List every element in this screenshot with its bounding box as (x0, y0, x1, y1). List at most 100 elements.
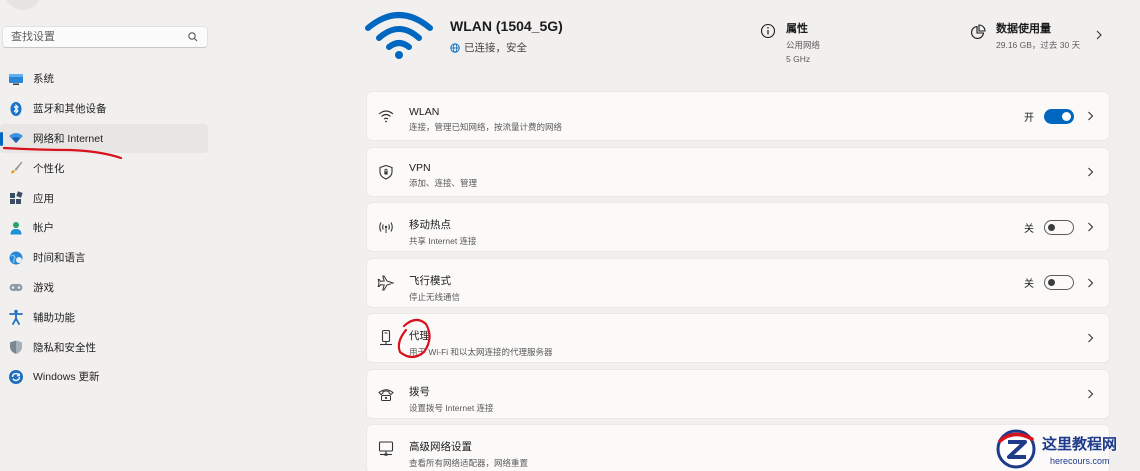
card-title: WLAN (409, 106, 440, 118)
sidebar-item-label: 系统 (33, 73, 54, 86)
bluetooth-icon (10, 101, 22, 116)
sidebar-item-network[interactable]: 网络和 Internet (0, 123, 208, 154)
card-text: 飞行模式 停止无线通信 (409, 273, 460, 303)
wlan-card[interactable]: WLAN 连接，管理已知网络，按流量计费的网络 开 (366, 91, 1110, 141)
sidebar-item-apps[interactable]: 应用 (0, 183, 208, 213)
shield-icon (10, 340, 22, 355)
sidebar: 系统 蓝牙和其他设备 网络和 Internet 个性化 (0, 0, 215, 471)
chevron-right-icon (1088, 389, 1094, 398)
search-input[interactable] (11, 31, 187, 43)
card-controls (1086, 370, 1095, 418)
sidebar-item-label: 游戏 (33, 281, 54, 294)
card-controls: 关 (1024, 203, 1095, 251)
wlan-toggle[interactable] (1044, 108, 1074, 124)
apps-icon (10, 191, 23, 205)
site-logo-icon (996, 429, 1036, 469)
card-text: 高级网络设置 查看所有网络适配器，网络重置 (409, 439, 528, 469)
connection-status: 已连接，安全 (450, 40, 527, 55)
sidebar-nav: 系统 蓝牙和其他设备 网络和 Internet 个性化 应用 帐户 时间和语言 … (0, 64, 208, 392)
data-usage-title: 数据使用量 (996, 23, 1051, 35)
sidebar-item-time-language[interactable]: 时间和语言 (0, 243, 208, 273)
vpn-shield-icon (379, 164, 393, 180)
settings-list: WLAN 连接，管理已知网络，按流量计费的网络 开 VPN 添加、连接、管理 移… (366, 91, 1110, 471)
card-text: 移动热点 共享 Internet 连接 (409, 217, 477, 247)
airplane-mode-toggle[interactable] (1044, 275, 1074, 290)
card-controls: 开 (1024, 92, 1095, 140)
search-box[interactable] (2, 26, 208, 48)
chevron-right-icon (1088, 111, 1094, 121)
search-icon[interactable] (187, 31, 199, 43)
airplane-mode-card[interactable]: 飞行模式 停止无线通信 关 (366, 257, 1110, 308)
vpn-card[interactable]: VPN 添加、连接、管理 (366, 146, 1110, 197)
network-profile: 公用网络 (786, 40, 821, 50)
sidebar-item-label: 辅助功能 (33, 311, 75, 324)
dial-up-card[interactable]: 拨号 设置拨号 Internet 连接 (366, 368, 1110, 419)
wifi-icon (378, 110, 394, 123)
card-title: VPN (409, 161, 431, 174)
card-description: 共享 Internet 连接 (409, 236, 477, 246)
sidebar-item-label: Windows 更新 (33, 371, 100, 384)
chevron-right-icon (1088, 333, 1094, 343)
mobile-hotspot-toggle[interactable] (1044, 219, 1074, 235)
card-description: 添加、连接、管理 (409, 177, 478, 188)
chevron-right-icon (1096, 30, 1102, 40)
network-name: WLAN (1504_5G) (450, 18, 563, 34)
sidebar-item-label: 应用 (33, 192, 54, 205)
sidebar-item-bluetooth[interactable]: 蓝牙和其他设备 (0, 94, 208, 124)
sidebar-item-windows-update[interactable]: Windows 更新 (0, 362, 208, 392)
accessibility-icon (9, 310, 23, 326)
data-usage-link[interactable]: 数据使用量 29.16 GB，过去 30 天 (970, 20, 1104, 51)
network-wifi-icon (9, 133, 23, 144)
data-usage-detail: 29.16 GB，过去 30 天 (996, 40, 1081, 50)
airplane-icon (377, 275, 395, 290)
hotspot-icon (379, 222, 393, 233)
proxy-card[interactable]: 代理 用于 Wi-Fi 和以太网连接的代理服务器 (366, 313, 1110, 363)
sidebar-item-privacy[interactable]: 隐私和安全性 (0, 332, 208, 362)
card-text: WLAN 连接，管理已知网络，按流量计费的网络 (409, 106, 562, 133)
card-title: 高级网络设置 (409, 441, 472, 453)
sidebar-item-personalization[interactable]: 个性化 (0, 153, 208, 183)
watermark-url: herecours.com (1050, 456, 1110, 466)
toggle-state-label: 开 (1024, 112, 1034, 124)
avatar[interactable] (4, 0, 42, 10)
sidebar-item-accounts[interactable]: 帐户 (0, 213, 208, 243)
update-icon (9, 369, 23, 384)
globe-clock-icon (9, 251, 23, 265)
toggle-state-label: 关 (1024, 279, 1034, 290)
sidebar-item-label: 帐户 (33, 222, 54, 235)
dialup-icon (378, 388, 394, 401)
sidebar-item-system[interactable]: 系统 (0, 64, 208, 94)
monitor-icon (9, 73, 23, 85)
card-controls (1086, 314, 1095, 362)
proxy-icon (380, 329, 392, 346)
sidebar-item-accessibility[interactable]: 辅助功能 (0, 302, 208, 332)
watermark-name: 这里教程网 (1042, 435, 1118, 453)
card-description: 连接，管理已知网络，按流量计费的网络 (409, 122, 563, 132)
properties-title: 属性 (786, 23, 808, 35)
card-text: 代理 用于 Wi-Fi 和以太网连接的代理服务器 (409, 328, 553, 358)
toggle-state-label: 关 (1024, 223, 1034, 235)
gamepad-icon (9, 284, 23, 292)
card-title: 拨号 (409, 385, 430, 398)
globe-icon (450, 42, 460, 53)
card-description: 用于 Wi-Fi 和以太网连接的代理服务器 (409, 347, 553, 357)
watermark: 这里教程网 herecours.com (994, 425, 1140, 471)
card-title: 代理 (409, 330, 430, 342)
chevron-right-icon (1088, 167, 1094, 176)
sidebar-item-label: 个性化 (33, 162, 65, 175)
properties-link[interactable]: 属性 公用网络 5 GHz (760, 20, 820, 64)
advanced-network-icon (378, 441, 394, 456)
wifi-connected-icon (365, 12, 433, 59)
card-description: 设置拨号 Internet 连接 (409, 402, 494, 413)
chevron-right-icon (1088, 222, 1094, 232)
network-band: 5 GHz (786, 54, 811, 64)
sidebar-item-gaming[interactable]: 游戏 (0, 273, 208, 303)
card-title: 飞行模式 (409, 274, 451, 287)
card-description: 停止无线通信 (409, 291, 461, 302)
brush-icon (11, 161, 23, 174)
account-icon (10, 221, 22, 235)
network-header: WLAN (1504_5G) 已连接，安全 属性 公用网络 5 GHz 数据使用… (360, 0, 1120, 80)
mobile-hotspot-card[interactable]: 移动热点 共享 Internet 连接 关 (366, 202, 1110, 252)
pie-chart-icon (971, 24, 986, 39)
sidebar-item-label: 隐私和安全性 (33, 341, 96, 354)
